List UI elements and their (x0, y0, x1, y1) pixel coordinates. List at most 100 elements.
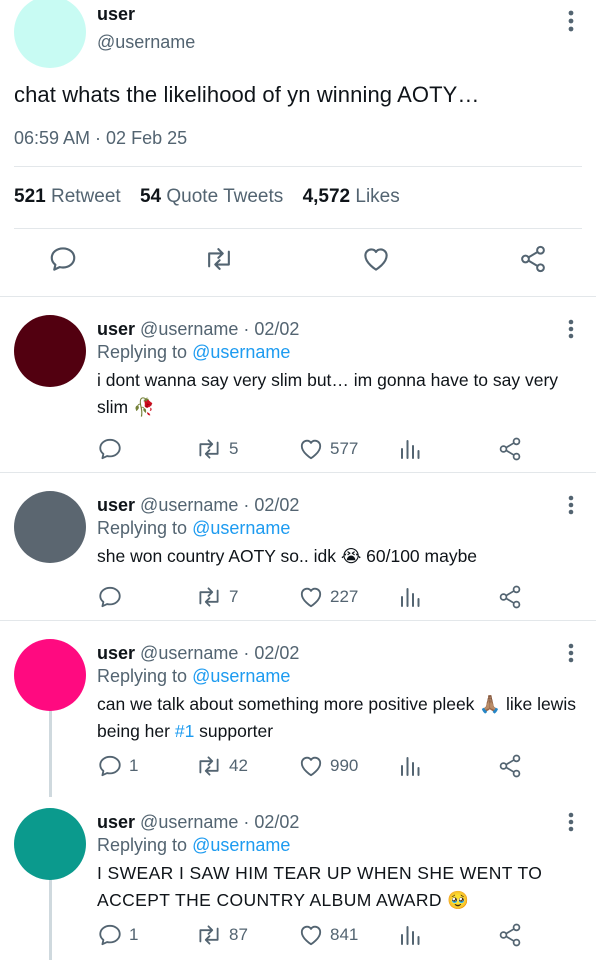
reply-icon[interactable] (97, 436, 129, 462)
retweet-icon (199, 925, 219, 945)
like-count: 577 (330, 439, 359, 458)
like-button[interactable]: 577 (298, 436, 358, 462)
tweet-action-bar (0, 244, 596, 284)
avatar[interactable] (14, 0, 86, 68)
mention-link[interactable]: @username (192, 666, 290, 686)
quote-stat[interactable]: 54 Quote Tweets (140, 186, 283, 207)
reply-tweet[interactable]: user @username · 02/02 Replying to @user… (0, 473, 596, 620)
replying-prefix: Replying to (97, 835, 188, 855)
views-icon[interactable] (400, 753, 422, 777)
reply-tweet[interactable]: user @username · 02/02 Replying to @user… (0, 621, 596, 789)
views-icon[interactable] (400, 922, 422, 946)
reply-text: she won country AOTY so.. idk 😭 60/100 m… (97, 546, 478, 566)
retweet-button[interactable]: 42 (195, 753, 248, 779)
avatar[interactable] (14, 491, 86, 563)
retweet-button[interactable]: 7 (195, 584, 238, 610)
reply-header: user @username · 02/02 (97, 643, 299, 664)
retweet-count: 42 (229, 756, 248, 775)
author-name[interactable]: user (97, 643, 135, 663)
reply-action-bar: 1 87 841 (97, 922, 526, 952)
reply-meta: @username · 02/02 (140, 812, 300, 832)
reply-button[interactable]: 1 (97, 922, 138, 948)
views-icon[interactable] (400, 436, 422, 460)
mention-link[interactable]: @username (192, 518, 290, 538)
reply-count: 1 (129, 925, 139, 944)
reply-tweet[interactable]: user @username · 02/02 Replying to @user… (0, 790, 596, 960)
quote-count: 54 (139, 186, 162, 207)
replying-to: Replying to @username (97, 342, 290, 363)
share-icon[interactable] (518, 244, 548, 279)
share-icon[interactable] (497, 753, 523, 779)
author-name[interactable]: user (97, 319, 135, 339)
reply-icon (99, 755, 121, 777)
reply-action-bar: 7 227 (97, 584, 526, 614)
replying-to: Replying to @username (97, 666, 290, 687)
like-count: 841 (330, 925, 359, 944)
author-handle[interactable]: @username (97, 32, 195, 53)
like-button[interactable]: 227 (298, 584, 358, 610)
author-name[interactable]: user (97, 812, 135, 832)
hashtag-link[interactable]: #1 (175, 721, 194, 741)
reply-action-bar: 1 42 990 (97, 753, 526, 783)
avatar[interactable] (14, 315, 86, 387)
reply-icon (99, 924, 121, 946)
retweet-count: 87 (229, 925, 248, 944)
like-button[interactable]: 841 (298, 922, 358, 948)
reply-text-part: supporter (194, 721, 274, 741)
like-icon (300, 925, 322, 946)
reply-header: user @username · 02/02 (97, 495, 299, 516)
reply-icon[interactable] (97, 584, 129, 610)
retweet-stat[interactable]: 521 Retweet (14, 186, 121, 207)
views-icon[interactable] (400, 584, 422, 608)
retweet-button[interactable]: 87 (195, 922, 248, 948)
divider (14, 228, 582, 229)
reply-text-part: can we talk about something more positiv… (97, 694, 576, 741)
reply-tweet[interactable]: user @username · 02/02 Replying to @user… (0, 297, 596, 472)
replying-prefix: Replying to (97, 342, 188, 362)
reply-icon[interactable] (48, 244, 78, 279)
tweet-timestamp[interactable]: 06:59 AM · 02 Feb 25 (14, 128, 187, 149)
like-icon (300, 756, 322, 777)
replying-to: Replying to @username (97, 518, 290, 539)
more-options-icon[interactable] (568, 812, 574, 837)
reply-button[interactable]: 1 (97, 753, 138, 779)
like-icon (300, 439, 322, 460)
mention-link[interactable]: @username (192, 342, 290, 362)
like-count: 227 (330, 587, 359, 606)
retweet-label: Retweet (50, 186, 121, 207)
reply-header: user @username · 02/02 (97, 812, 299, 833)
more-options-icon[interactable] (568, 643, 574, 668)
divider (14, 166, 582, 167)
replying-prefix: Replying to (97, 666, 188, 686)
avatar[interactable] (14, 639, 86, 711)
like-button[interactable]: 990 (298, 753, 358, 779)
retweet-icon (199, 756, 219, 776)
reply-text: i dont wanna say very slim but… im gonna… (97, 370, 559, 417)
share-icon[interactable] (497, 584, 523, 610)
retweet-icon (199, 587, 219, 607)
reply-count: 1 (129, 756, 139, 775)
like-icon[interactable] (361, 244, 391, 279)
more-options-icon[interactable] (568, 10, 574, 37)
retweet-icon (199, 439, 219, 459)
retweet-icon[interactable] (203, 244, 235, 279)
replying-prefix: Replying to (97, 518, 188, 538)
likes-count: 4,572 (302, 186, 351, 207)
reply-meta: @username · 02/02 (140, 495, 300, 515)
reply-meta: @username · 02/02 (140, 319, 300, 339)
more-options-icon[interactable] (568, 495, 574, 520)
mention-link[interactable]: @username (192, 835, 290, 855)
share-icon[interactable] (497, 436, 523, 462)
likes-label: Likes (355, 186, 400, 207)
likes-stat[interactable]: 4,572 Likes (303, 186, 400, 207)
tweet-text: chat whats the likelihood of yn winning … (14, 82, 480, 107)
replying-to: Replying to @username (97, 835, 290, 856)
retweet-count: 7 (229, 587, 239, 606)
retweet-count: 521 (14, 186, 46, 207)
retweet-button[interactable]: 5 (195, 436, 238, 462)
more-options-icon[interactable] (568, 319, 574, 344)
author-name[interactable]: user (97, 4, 135, 25)
avatar[interactable] (14, 808, 86, 880)
share-icon[interactable] (497, 922, 523, 948)
author-name[interactable]: user (97, 495, 135, 515)
